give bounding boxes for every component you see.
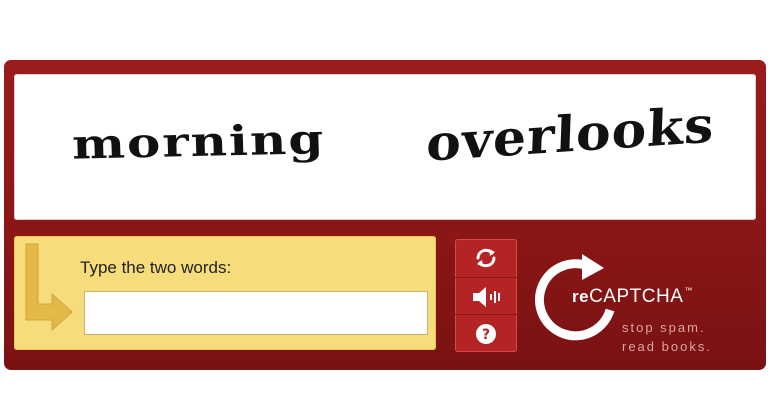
logo-prefix: re (572, 287, 590, 306)
arrow-icon (25, 243, 73, 332)
audio-button[interactable] (455, 277, 517, 315)
answer-input[interactable] (84, 291, 428, 335)
captcha-word-2: overlooks (425, 95, 716, 174)
help-button[interactable]: ? (455, 314, 517, 352)
trademark: ™ (684, 286, 693, 295)
answer-panel: Type the two words: (14, 236, 436, 350)
captcha-controls: ? (455, 239, 517, 352)
answer-prompt: Type the two words: (80, 258, 232, 277)
tagline-line-2: read books. (622, 339, 712, 354)
tagline: stop spam. read books. (622, 318, 712, 356)
captcha-word-1: morning (71, 114, 326, 169)
refresh-button[interactable] (455, 239, 517, 276)
recaptcha-widget: morning overlooks Type the two words: ? … (4, 60, 766, 370)
captcha-image: morning overlooks (14, 74, 756, 220)
tagline-line-1: stop spam. (622, 320, 706, 335)
svg-text:?: ? (482, 327, 490, 343)
logo-name: CAPTCHA (589, 286, 684, 307)
refresh-icon (476, 248, 496, 267)
recaptcha-branding: reCAPTCHA™ stop spam. read books. (530, 250, 760, 360)
recaptcha-logo-text: reCAPTCHA™ (572, 286, 693, 308)
speaker-icon (473, 286, 500, 307)
help-icon: ? (476, 323, 496, 344)
